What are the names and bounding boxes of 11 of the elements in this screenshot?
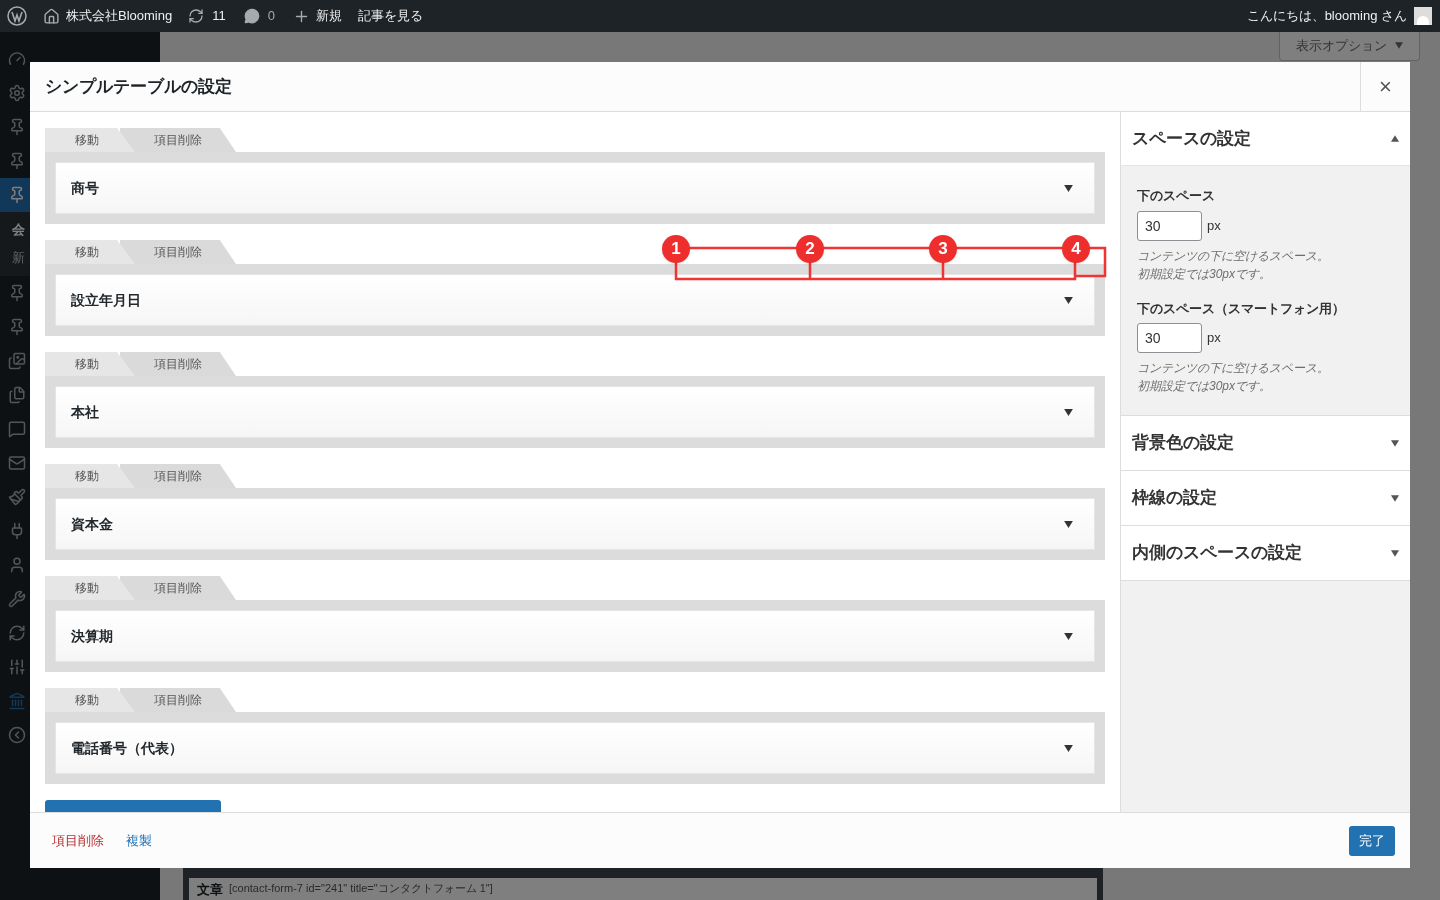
modal-title: シンプルテーブルの設定 xyxy=(45,75,232,98)
field-label: 下のスペース xyxy=(1137,187,1216,205)
shortcode-text: [contact-form-7 id="241" title="コンタクトフォーム 1"] xyxy=(229,881,493,896)
help-text: 初期設定では30pxです。 xyxy=(1137,265,1273,283)
unit-label: px xyxy=(1207,216,1221,235)
help-text: コンテンツの下に空けるスペース。 xyxy=(1137,360,1330,377)
help-text: 初期設定では30pxです。 xyxy=(1137,378,1273,395)
unit-label: px xyxy=(1207,329,1221,348)
box-label: 文章 xyxy=(197,881,223,899)
help-text: コンテンツの下に空けるスペース。 xyxy=(1137,247,1330,265)
field-label: 下のスペース（スマートフォン用） xyxy=(1137,299,1346,318)
